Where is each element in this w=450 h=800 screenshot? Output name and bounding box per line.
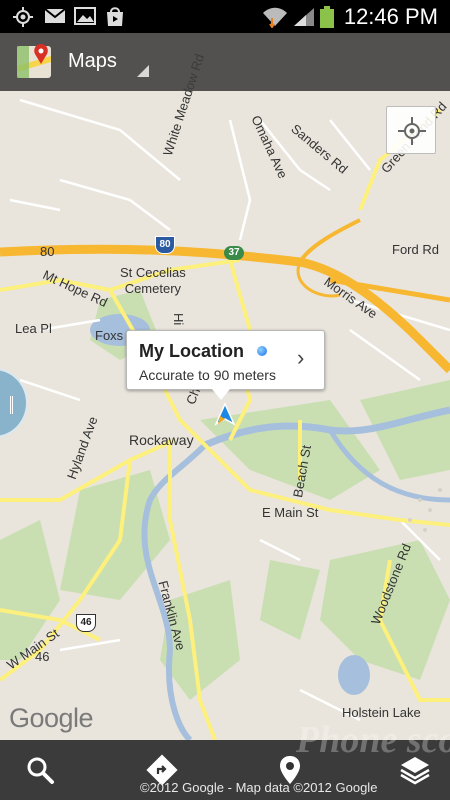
screen: 80 37 46 80 White Meadow Rd Omaha Ave Sa…	[0, 0, 450, 800]
google-maps-icon[interactable]	[15, 42, 55, 82]
callout-tail	[212, 389, 230, 400]
callout-accuracy: Accurate to 90 meters	[139, 367, 276, 383]
dropdown-indicator-icon[interactable]	[137, 65, 149, 77]
wifi-icon	[263, 7, 287, 28]
route-80-label: 80	[40, 244, 55, 259]
grip-icon	[10, 396, 13, 414]
google-logo: Google	[9, 703, 94, 733]
play-store-icon	[107, 7, 123, 26]
app-title[interactable]: Maps	[68, 50, 117, 73]
phonescoop-watermark: Phone scoop	[296, 719, 450, 761]
rockaway-label: Rockaway	[129, 432, 194, 448]
battery-icon	[320, 6, 334, 28]
route-37-shield: 37	[224, 246, 244, 260]
compass-icon	[398, 117, 426, 145]
interstate-80-shield: 80	[155, 236, 175, 254]
my-location-callout[interactable]: My Location Accurate to 90 meters ›	[126, 330, 325, 390]
route-46-label: 46	[35, 649, 50, 664]
ford-rd-label: Ford Rd	[392, 242, 439, 257]
location-dot-icon	[257, 346, 267, 356]
interstate-80-number: 80	[159, 239, 171, 250]
route-37-number: 37	[228, 247, 240, 258]
signal-icon	[294, 8, 314, 26]
cemetery-label: St Cecelias Cemetery	[120, 265, 186, 296]
hill-partial-label: Hi	[171, 313, 186, 326]
gps-icon	[13, 7, 33, 27]
callout-title: My Location	[139, 341, 245, 361]
lea-pl-label: Lea Pl	[15, 321, 52, 336]
clock: 12:46 PM	[343, 4, 438, 29]
gmail-icon	[44, 8, 66, 23]
map-copyright: ©2012 Google - Map data ©2012 Google	[140, 780, 378, 795]
gallery-icon	[74, 7, 96, 25]
callout-chevron-icon[interactable]: ›	[297, 345, 304, 371]
e-main-st-label: E Main St	[262, 505, 319, 520]
my-location-arrow-icon[interactable]	[212, 402, 238, 428]
status-bar: 12:46 PM	[0, 0, 450, 33]
my-location-button[interactable]	[386, 106, 436, 154]
search-icon[interactable]	[24, 754, 56, 786]
route-46-number: 46	[80, 617, 92, 628]
route-46-shield: 46	[76, 614, 96, 632]
action-bar: Maps	[0, 33, 450, 91]
